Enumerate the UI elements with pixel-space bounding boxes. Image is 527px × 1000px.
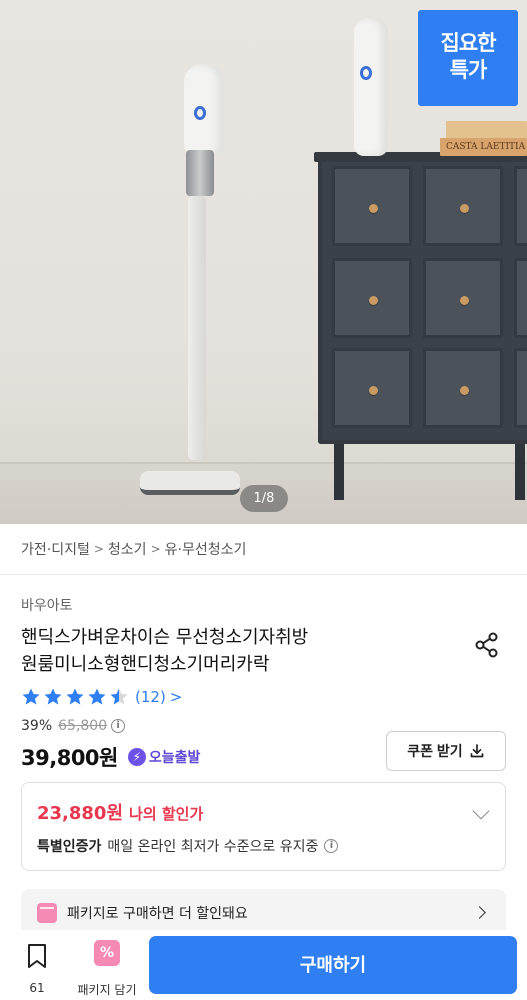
drawer (332, 258, 412, 338)
vacuum-pole (188, 196, 206, 460)
coupon-button-label: 쿠폰 받기 (407, 743, 463, 759)
info-icon[interactable]: i (324, 839, 339, 853)
drawer (514, 166, 527, 246)
share-icon (475, 632, 498, 658)
review-count[interactable]: (12) (135, 688, 166, 706)
bookmark-icon (28, 944, 46, 968)
chevron-right-icon (473, 906, 486, 919)
package-discount-icon: % (94, 940, 120, 966)
drawer-knob (369, 386, 378, 395)
discount-row: 39% 65,800 i (21, 718, 126, 734)
dresser-leg (515, 444, 525, 500)
price-row: 39,800원 ⚡ 오늘출발 (21, 742, 200, 772)
buy-button[interactable]: 구매하기 (149, 936, 517, 994)
lightning-icon: ⚡ (127, 748, 146, 766)
info-icon[interactable]: i (111, 719, 126, 733)
package-box-icon (37, 903, 57, 923)
dresser (314, 152, 527, 444)
product-image-gallery[interactable]: CASTA LAETITIA 집요한 특가 1/8 (0, 0, 527, 524)
my-discount-card[interactable]: 23,880원 나의 할인가 특별인증가 매일 온라인 최저가 수준으로 유지중… (21, 782, 506, 871)
certified-price-row: 특별인증가 매일 온라인 최저가 수준으로 유지중 i (37, 836, 339, 856)
favorite-count: 61 (29, 981, 45, 995)
favorite-button[interactable]: 61 (16, 938, 58, 996)
star-full-icon (22, 688, 40, 705)
vacuum-floor-head (140, 471, 240, 495)
breadcrumb-item-category[interactable]: 가전·디지털 (21, 539, 90, 559)
star-full-icon (88, 688, 106, 705)
drawer (423, 166, 503, 246)
drawer (332, 348, 412, 428)
chevron-down-icon[interactable] (472, 802, 490, 820)
drawer (423, 258, 503, 338)
download-icon (470, 744, 484, 758)
star-rating (21, 687, 129, 707)
my-discount-row: 23,880원 나의 할인가 (37, 799, 203, 825)
handheld-vacuum (354, 18, 388, 156)
drawer (514, 258, 527, 338)
dresser-leg (334, 444, 344, 500)
sale-price: 39,800원 (21, 746, 118, 770)
drawer-knob (460, 296, 469, 305)
drawer-knob (369, 296, 378, 305)
breadcrumb: 가전·디지털 > 청소기 > 유·무선청소기 (21, 539, 246, 559)
vacuum-power-button (360, 66, 372, 80)
promo-badge-line2: 특가 (449, 58, 488, 82)
today-delivery-badge: ⚡ 오늘출발 (127, 747, 201, 767)
star-half-icon (110, 688, 128, 705)
certified-price-label: 특별인증가 (37, 839, 102, 855)
product-title-line1: 핸딕스가벼운차이슨 무선청소기자취방 (21, 627, 309, 648)
brand-name[interactable]: 바우아토 (21, 595, 73, 615)
book (446, 121, 527, 139)
coupon-button[interactable]: 쿠폰 받기 (386, 731, 506, 771)
promo-badge: 집요한 특가 (418, 10, 518, 106)
floor-line (0, 462, 527, 464)
drawer (514, 348, 527, 428)
product-title-line2: 원룸미니소형핸디청소기머리카락 (21, 654, 270, 675)
vacuum-power-button (194, 106, 206, 120)
my-discount-label: 나의 할인가 (129, 805, 204, 823)
dust-bin (186, 150, 214, 196)
drawer-knob (460, 204, 469, 213)
drawer-knob (460, 386, 469, 395)
rating[interactable]: (12) > (21, 686, 182, 708)
chevron-right-icon: > (169, 688, 183, 706)
package-banner-text: 패키지로 구매하면 더 할인돼요 (67, 906, 248, 922)
drawer-knob (369, 204, 378, 213)
breadcrumb-item-leaf[interactable]: 유·무선청소기 (165, 539, 247, 559)
image-counter: 1/8 (240, 485, 288, 512)
bottom-action-bar: 61 % 패키지 담기 구매하기 (0, 930, 527, 1000)
divider (0, 574, 527, 575)
book: CASTA LAETITIA (440, 138, 527, 156)
product-title: 핸딕스가벼운차이슨 무선청소기자취방 원룸미니소형핸디청소기머리카락 (21, 624, 451, 678)
add-package-button[interactable]: % 패키지 담기 (70, 938, 144, 997)
discount-rate: 39% (21, 718, 53, 734)
certified-price-description: 매일 온라인 최저가 수준으로 유지중 (107, 839, 319, 855)
share-button[interactable] (472, 630, 502, 660)
star-full-icon (44, 688, 62, 705)
breadcrumb-separator: > (150, 542, 161, 556)
drawer (423, 348, 503, 428)
breadcrumb-separator: > (93, 542, 104, 556)
my-discount-price: 23,880원 (37, 803, 124, 824)
drawer (332, 166, 412, 246)
today-delivery-label: 오늘출발 (148, 750, 201, 766)
add-package-label: 패키지 담기 (77, 983, 137, 997)
breadcrumb-item-subcategory[interactable]: 청소기 (108, 539, 147, 559)
original-price: 65,800 (58, 718, 108, 734)
promo-badge-line1: 집요한 (440, 31, 497, 55)
star-full-icon (66, 688, 84, 705)
